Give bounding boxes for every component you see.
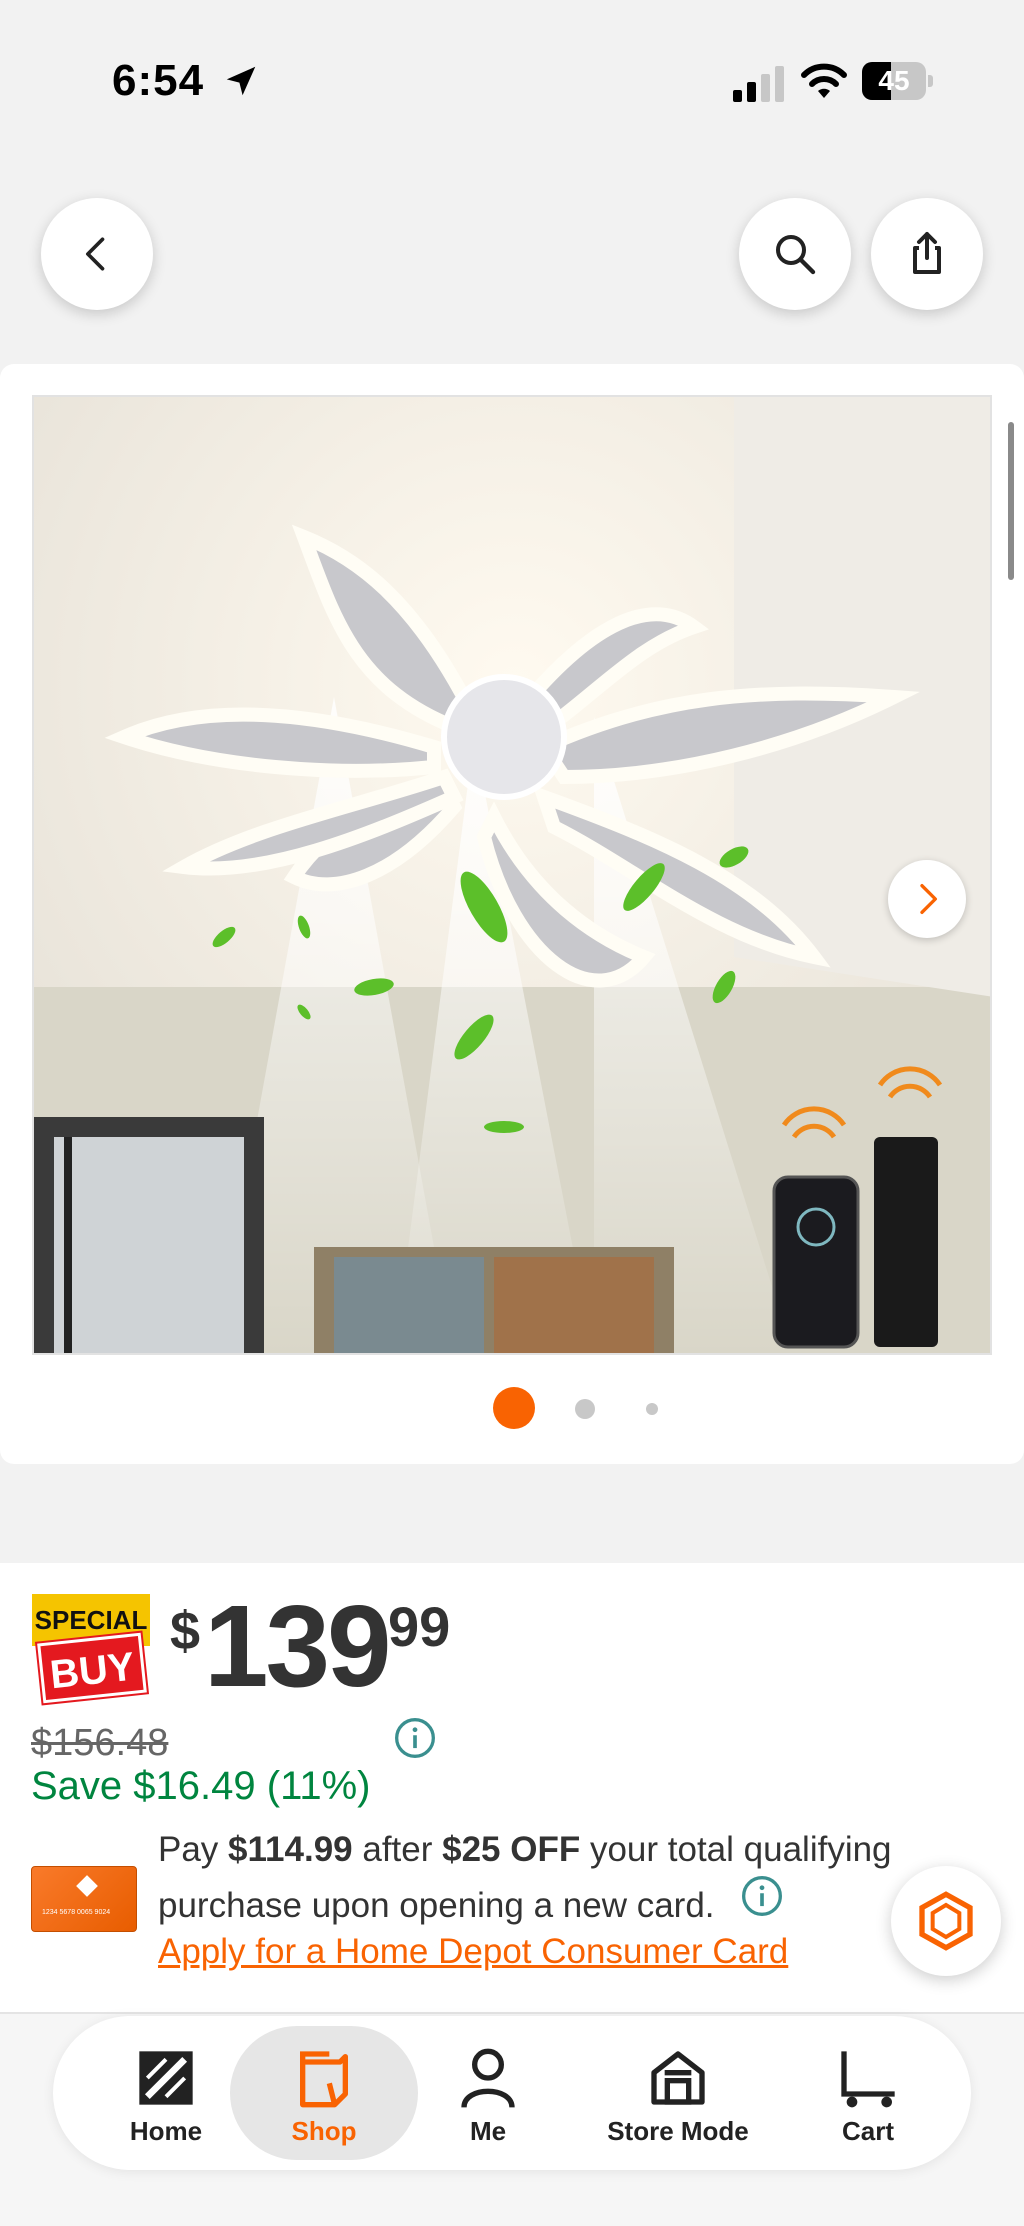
back-button[interactable]: [41, 198, 153, 310]
hexagon-assistant-icon: [919, 1891, 973, 1951]
person-icon: [461, 2048, 515, 2108]
next-image-button[interactable]: [888, 860, 966, 938]
nav-shop-label: Shop: [291, 2116, 357, 2146]
nav-store-mode[interactable]: Store Mode: [588, 2016, 768, 2170]
gallery-dot[interactable]: [575, 1399, 595, 1419]
status-bar: 6:54 45: [0, 0, 1024, 150]
nav-cart-label: Cart: [841, 2116, 894, 2146]
savings-text: Save $16.49 (11%): [31, 1764, 371, 1808]
nav-home[interactable]: Home: [111, 2016, 221, 2170]
ceiling-fan-light-image: [34, 397, 990, 1353]
nav-shop[interactable]: Shop: [230, 2016, 418, 2170]
wifi-icon: [801, 63, 847, 98]
consumer-card-image: 1234 5678 0065 9024: [31, 1866, 137, 1932]
cellular-signal-icon: [733, 66, 784, 102]
chevron-right-icon: [920, 884, 937, 914]
search-icon: [776, 235, 816, 275]
info-icon[interactable]: [393, 1716, 437, 1760]
status-time: 6:54: [112, 56, 205, 105]
card-number: 1234 5678 0065 9024: [42, 1909, 111, 1916]
pay-prefix: Pay: [158, 1830, 229, 1869]
gallery-dot-active[interactable]: [493, 1387, 535, 1429]
cart-icon: [841, 2051, 895, 2108]
nav-cart[interactable]: Cart: [813, 2016, 923, 2170]
battery-percent: 45: [878, 65, 910, 96]
discount-amount: $25 OFF: [442, 1830, 581, 1869]
nav-me-label: Me: [469, 2116, 507, 2146]
nav-store-mode-label: Store Mode: [607, 2116, 749, 2146]
info-icon[interactable]: [740, 1874, 784, 1918]
bottom-navigation: Home Shop Me Store Mode Cart: [53, 2016, 971, 2170]
pay-amount: $114.99: [228, 1830, 353, 1869]
price-cents: 99: [388, 1595, 451, 1658]
search-button[interactable]: [739, 198, 851, 310]
apply-card-link[interactable]: Apply for a Home Depot Consumer Card: [158, 1932, 788, 1972]
nav-home-label: Home: [129, 2116, 203, 2146]
chat-assistant-button[interactable]: [891, 1866, 1001, 1976]
home-depot-logo-icon: [139, 2051, 193, 2105]
pay-middle: after: [352, 1830, 443, 1869]
shop-tag-icon: [300, 2051, 348, 2108]
price-currency: $: [170, 1601, 201, 1661]
gallery-dot[interactable]: [646, 1403, 658, 1415]
price-dollars: 139: [204, 1581, 392, 1711]
share-button[interactable]: [871, 198, 983, 310]
product-image[interactable]: [32, 395, 992, 1355]
special-buy-badge: SPECIAL BUY: [32, 1594, 154, 1704]
financing-offer-text: Pay $114.99 after $25 OFF your total qua…: [158, 1822, 918, 1934]
was-price: $156.48: [31, 1722, 169, 1764]
nav-me[interactable]: Me: [433, 2016, 543, 2170]
chevron-left-icon: [86, 237, 105, 271]
location-arrow-icon: [226, 66, 256, 96]
store-icon: [651, 2051, 705, 2105]
battery-indicator: 45: [862, 62, 934, 100]
page-scrollbar[interactable]: [1008, 422, 1014, 580]
badge-bottom-text: BUY: [37, 1632, 147, 1704]
share-icon: [913, 232, 941, 274]
